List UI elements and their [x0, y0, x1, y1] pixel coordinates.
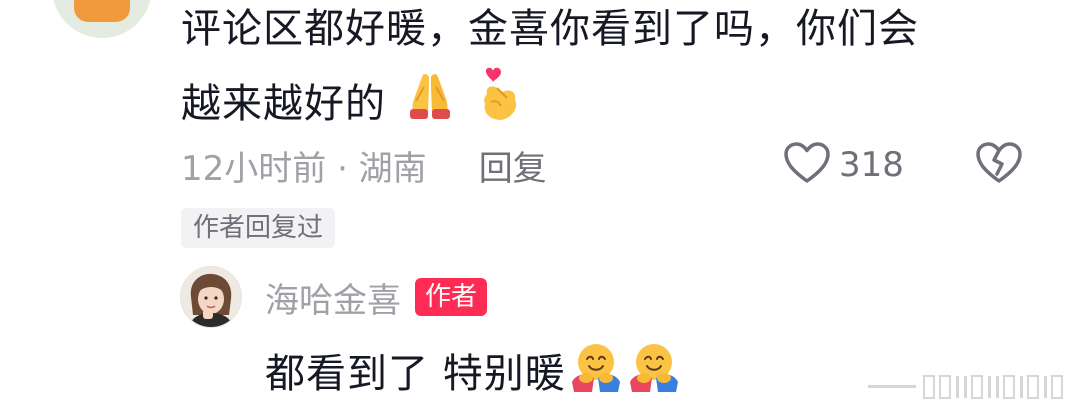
watermark [868, 372, 1068, 402]
author-badge: 作者 [415, 278, 488, 316]
like-button[interactable]: 318 [783, 140, 904, 190]
dislike-button[interactable] [975, 140, 1023, 188]
comment-text-line2: 越来越好的 [181, 81, 386, 127]
finger-heart-icon [473, 64, 529, 148]
author-username[interactable]: 海哈金喜 [265, 273, 401, 322]
avatar-cake [74, 0, 130, 22]
author-avatar[interactable] [180, 266, 242, 328]
like-count: 318 [839, 145, 904, 185]
folded-hands-icon [402, 67, 458, 145]
heart-outline-icon [783, 141, 831, 189]
hugging-face-icon [568, 338, 624, 410]
comment-body: 评论区都好暖，金喜你看到了吗，你们会 越来越好的 [181, 0, 1041, 148]
comment-text-line1: 评论区都好暖，金喜你看到了吗，你们会 [181, 6, 919, 52]
broken-heart-icon [976, 142, 1022, 183]
commenter-avatar[interactable] [52, 0, 152, 38]
author-replied-tag: 作者回复过 [181, 208, 336, 248]
comment-meta: 12小时前 · 湖南 回复 [181, 140, 547, 190]
comment-line2-row: 越来越好的 [181, 64, 1041, 148]
reply-button[interactable]: 回复 [479, 141, 547, 190]
hugging-face-icon [626, 338, 682, 410]
reply-body: 都看到了 特别暖 [265, 338, 682, 410]
comment-thread: 评论区都好暖，金喜你看到了吗，你们会 越来越好的 12小时前 · 湖南 回复 3… [0, 0, 1080, 411]
reply-text: 都看到了 特别暖 [265, 351, 566, 397]
comment-time-location: 12小时前 · 湖南 [181, 148, 427, 189]
reply-author-row: 海哈金喜 作者 [265, 272, 488, 322]
